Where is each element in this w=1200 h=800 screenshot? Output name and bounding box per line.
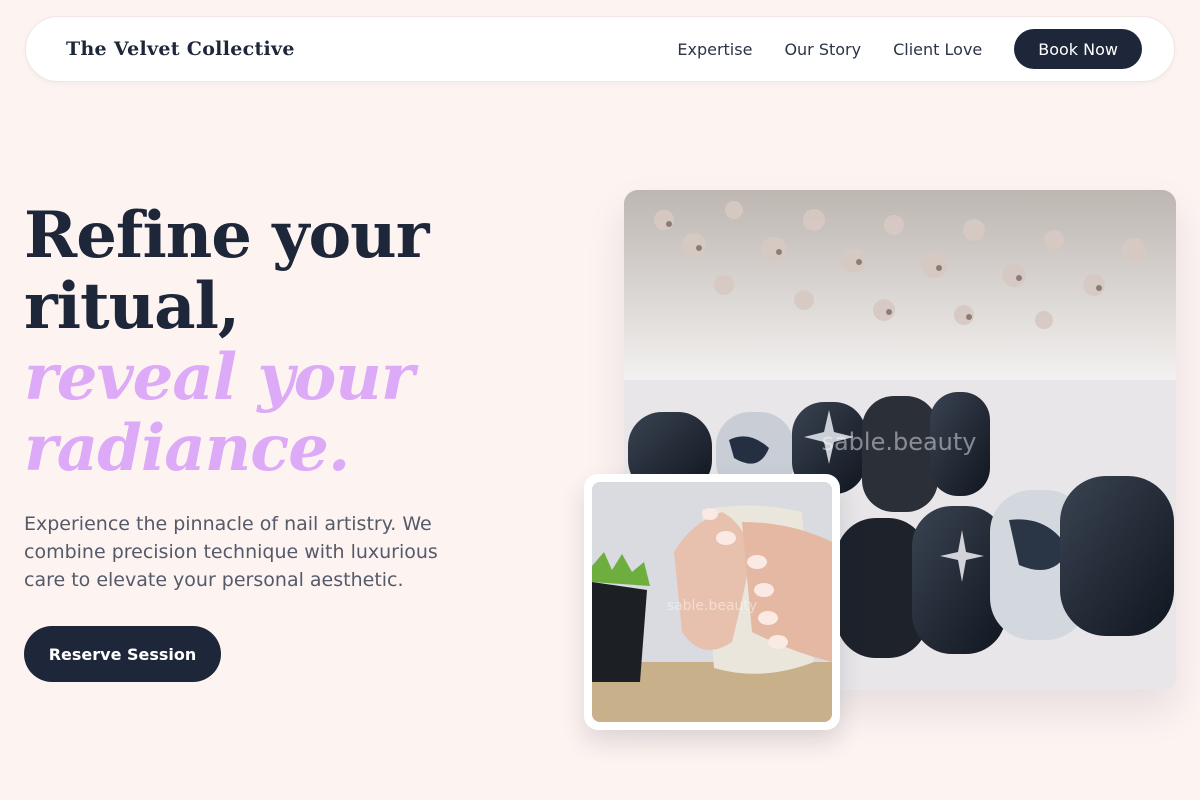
hands-photo-frame: sable.beauty (584, 474, 840, 730)
reserve-session-button[interactable]: Reserve Session (24, 626, 221, 682)
hero-accent-line-2: radiance. (24, 411, 350, 486)
hero-heading: Refine your ritual, reveal your radiance… (24, 200, 544, 484)
hero-subtitle: Experience the pinnacle of nail artistry… (24, 513, 438, 591)
hands-with-cup-photo: sable.beauty (592, 482, 832, 722)
nav-link-client-love[interactable]: Client Love (893, 40, 982, 59)
brand-logo[interactable]: The Velvet Collective (66, 38, 295, 60)
top-navbar: The Velvet Collective Expertise Our Stor… (25, 16, 1175, 82)
hero-heading-line-1: Refine your (24, 198, 429, 273)
thumb-image-watermark: sable.beauty (667, 598, 757, 614)
main-image-watermark: sable.beauty (821, 428, 976, 456)
hero-accent-line-1: reveal your (24, 340, 415, 415)
book-now-button[interactable]: Book Now (1014, 29, 1142, 69)
nav-link-our-story[interactable]: Our Story (784, 40, 861, 59)
nav-link-expertise[interactable]: Expertise (677, 40, 752, 59)
hands-illustration: sable.beauty (592, 482, 832, 722)
hero-heading-line-2: ritual, (24, 269, 240, 344)
landing-page: The Velvet Collective Expertise Our Stor… (0, 0, 1200, 800)
nav-links: Expertise Our Story Client Love Book Now (677, 29, 1142, 69)
